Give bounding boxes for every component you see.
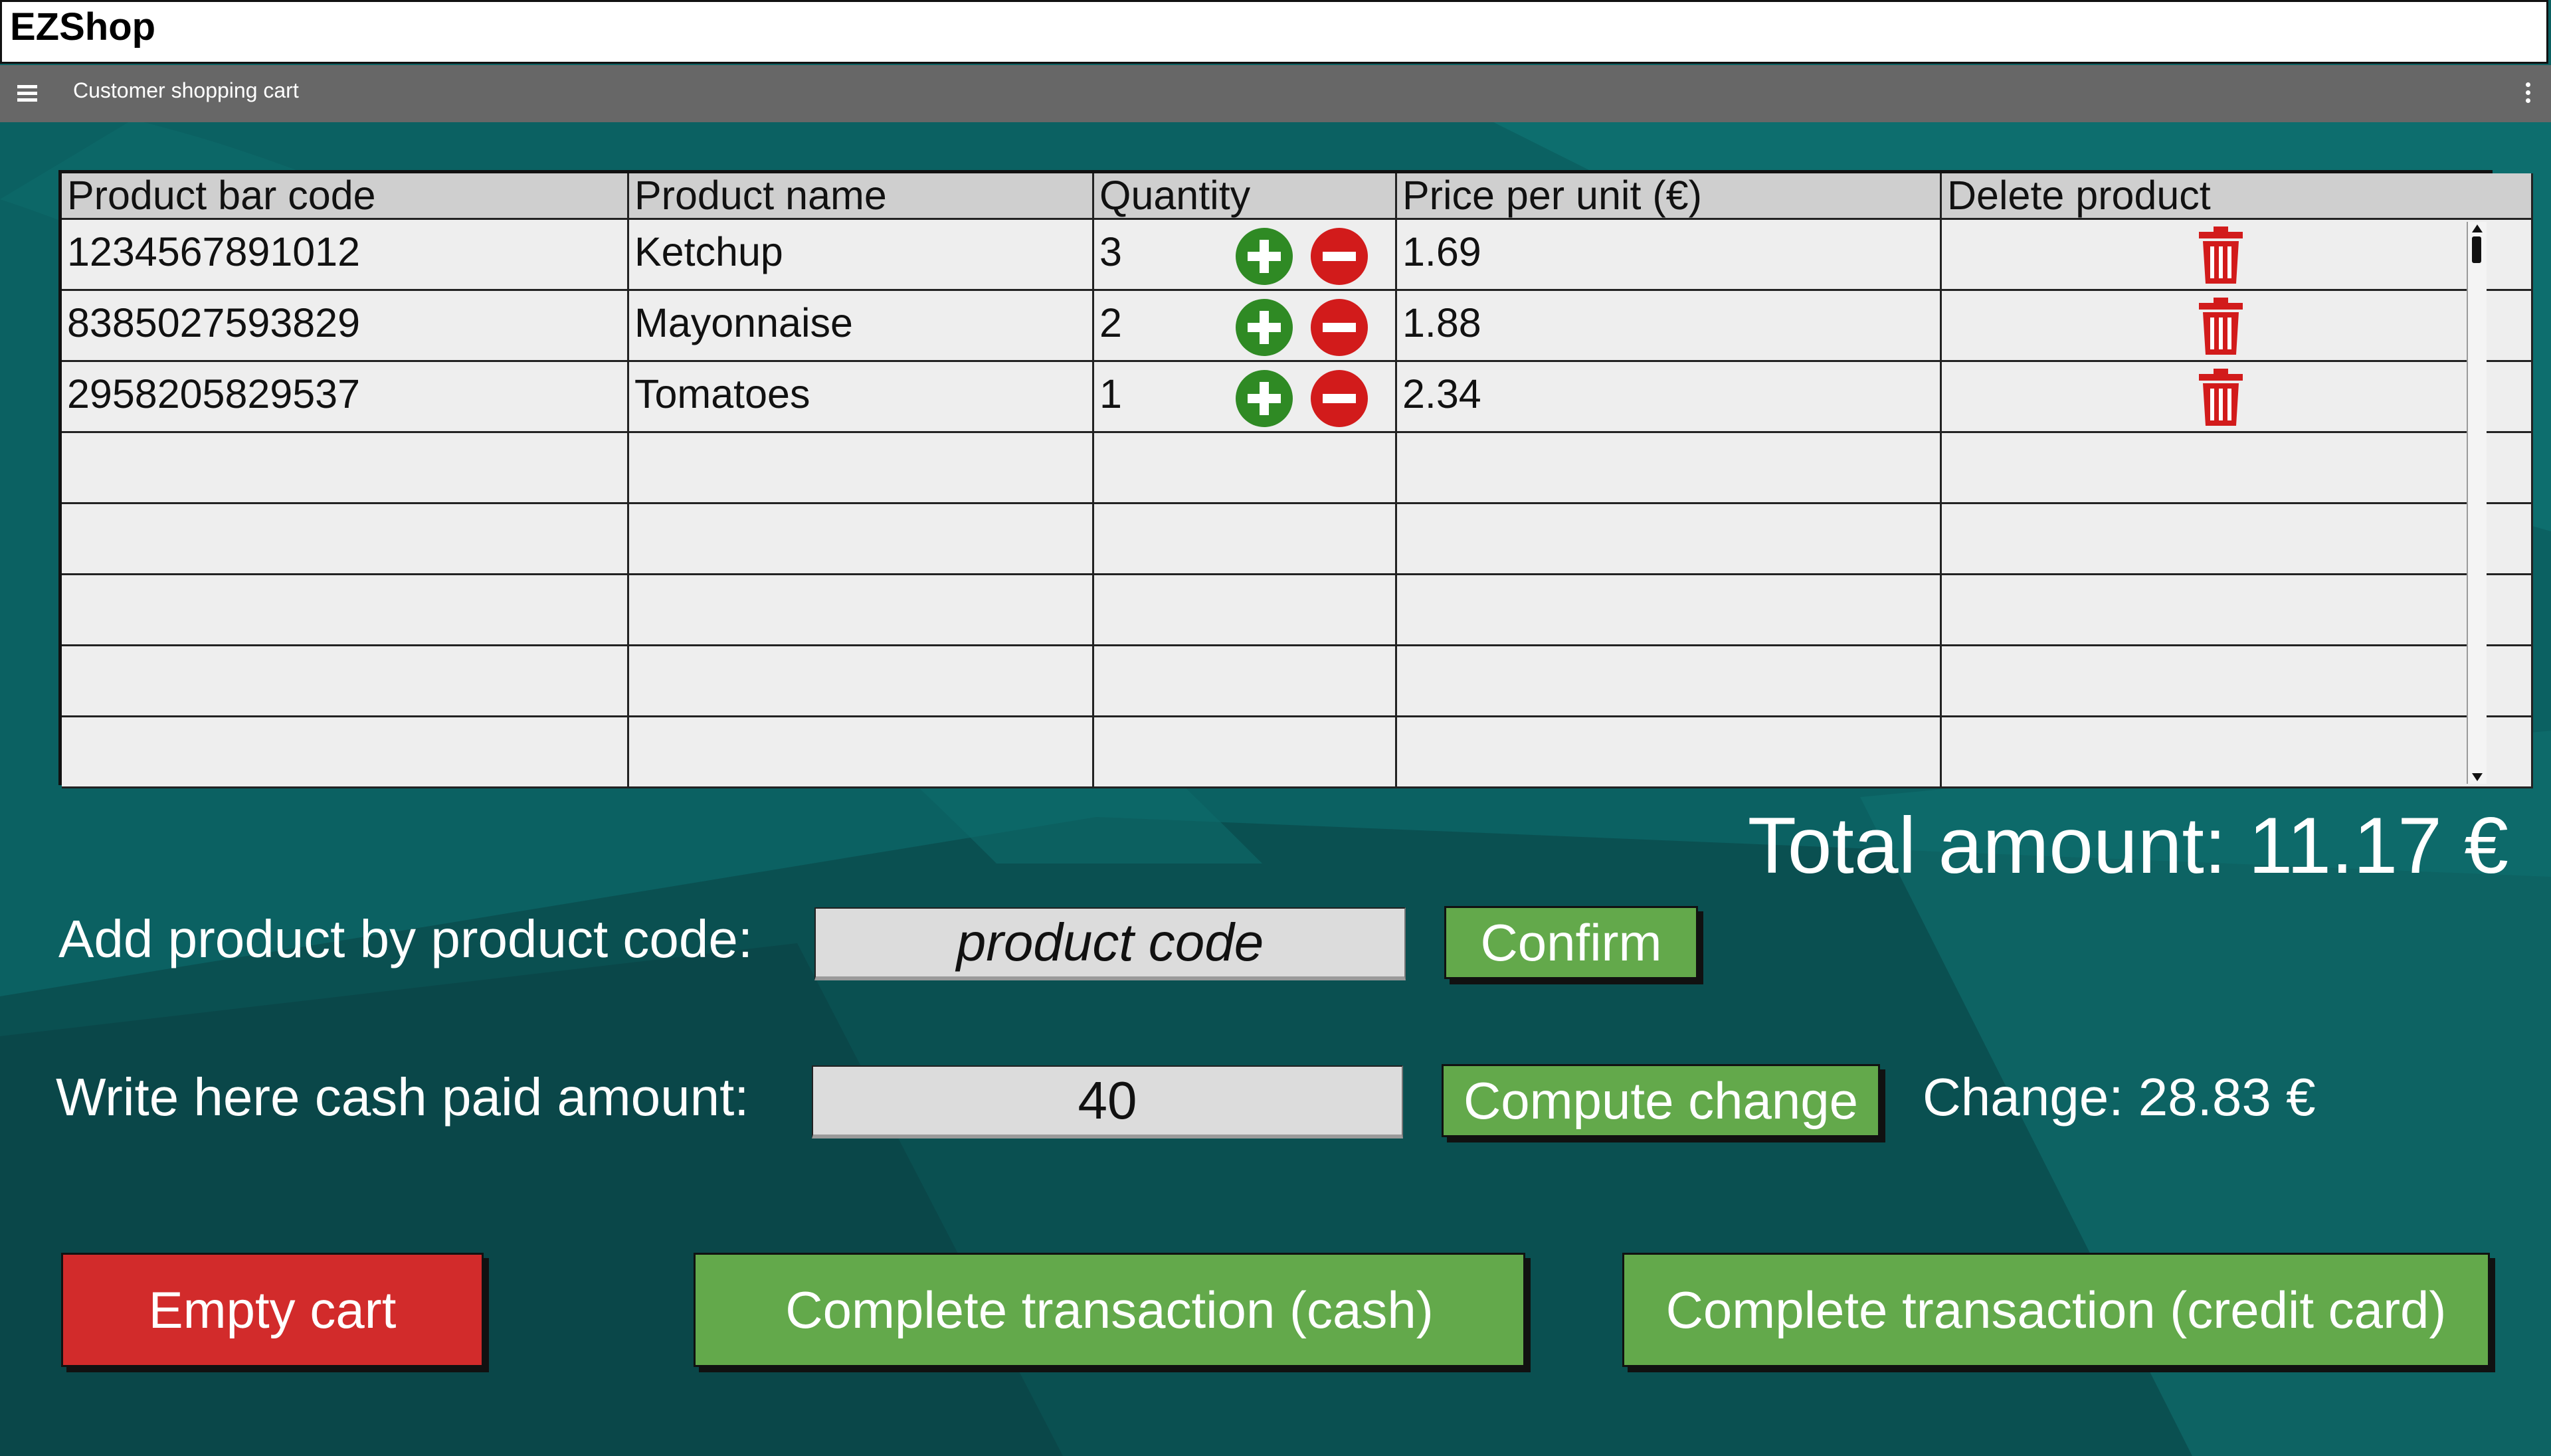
decrease-quantity-icon[interactable] bbox=[1311, 228, 1368, 285]
product-code-input[interactable] bbox=[814, 907, 1406, 980]
window-title: EZShop bbox=[10, 5, 156, 48]
table-cell: 8385027593829 bbox=[62, 291, 629, 362]
cash-paid-label: Write here cash paid amount: bbox=[56, 1067, 749, 1127]
table-cell bbox=[629, 433, 1094, 504]
complete-card-button[interactable]: Complete transaction (credit card) bbox=[1622, 1253, 2490, 1367]
confirm-button[interactable]: Confirm bbox=[1444, 906, 1698, 979]
cell-text: 1.69 bbox=[1402, 229, 1481, 274]
cell-text: 1.88 bbox=[1402, 300, 1481, 345]
change-amount: Change: 28.83 € bbox=[1923, 1067, 2316, 1127]
table-cell bbox=[1942, 504, 2533, 575]
cell-text: 8385027593829 bbox=[67, 300, 361, 345]
table-cell: 2958205829537 bbox=[62, 362, 629, 433]
kebab-icon[interactable] bbox=[2526, 82, 2531, 106]
table-cell bbox=[1397, 575, 1942, 646]
table-cell bbox=[1094, 575, 1397, 646]
table-cell: 1.88 bbox=[1397, 291, 1942, 362]
table-cell bbox=[1397, 504, 1942, 575]
table-cell bbox=[629, 575, 1094, 646]
decrease-quantity-icon[interactable] bbox=[1311, 370, 1368, 427]
compute-change-button[interactable]: Compute change bbox=[1442, 1064, 1880, 1137]
table-cell bbox=[1094, 717, 1397, 788]
table-cell bbox=[62, 504, 629, 575]
cell-text: 2958205829537 bbox=[67, 371, 361, 416]
trash-icon[interactable] bbox=[2198, 369, 2244, 427]
scroll-thumb[interactable] bbox=[2472, 236, 2481, 263]
table-cell bbox=[1094, 504, 1397, 575]
increase-quantity-icon[interactable] bbox=[1236, 228, 1293, 285]
table-cell: 1234567891012 bbox=[62, 220, 629, 291]
table-cell bbox=[1397, 646, 1942, 717]
cell-text: 1 bbox=[1099, 371, 1122, 416]
cart-table: Product bar code Product name Quantity Pric… bbox=[58, 170, 2533, 788]
screen-title: Customer shopping cart bbox=[73, 78, 299, 102]
table-cell bbox=[1942, 646, 2533, 717]
decrease-quantity-icon[interactable] bbox=[1311, 299, 1368, 356]
table-cell bbox=[1942, 717, 2533, 788]
table-cell bbox=[629, 504, 1094, 575]
table-cell bbox=[62, 433, 629, 504]
total-amount: Total amount: 11.17 € bbox=[1747, 801, 2508, 890]
table-cell bbox=[1094, 646, 1397, 717]
table-cell bbox=[62, 646, 629, 717]
scroll-up-arrow-icon[interactable] bbox=[2472, 225, 2483, 232]
cell-text: Mayonnaise bbox=[634, 300, 853, 345]
hamburger-icon[interactable] bbox=[17, 85, 37, 102]
cell-text: 2 bbox=[1099, 300, 1122, 345]
table-cell bbox=[62, 717, 629, 788]
table-cell: Ketchup bbox=[629, 220, 1094, 291]
column-header: Product bar code bbox=[62, 173, 629, 220]
table-cell bbox=[629, 717, 1094, 788]
table-cell bbox=[629, 646, 1094, 717]
table-cell bbox=[62, 575, 629, 646]
increase-quantity-icon[interactable] bbox=[1236, 370, 1293, 427]
add-product-label: Add product by product code: bbox=[58, 909, 753, 968]
complete-cash-button[interactable]: Complete transaction (cash) bbox=[694, 1253, 1525, 1367]
cell-text: 3 bbox=[1099, 229, 1122, 274]
table-cell bbox=[1397, 717, 1942, 788]
cell-text: 1234567891012 bbox=[67, 229, 361, 274]
scroll-down-arrow-icon[interactable] bbox=[2472, 773, 2483, 781]
trash-icon[interactable] bbox=[2198, 298, 2244, 356]
table-cell: 1.69 bbox=[1397, 220, 1942, 291]
app-toolbar: Customer shopping cart bbox=[0, 65, 2551, 122]
table-cell bbox=[1094, 433, 1397, 504]
table-cell: Mayonnaise bbox=[629, 291, 1094, 362]
table-cell bbox=[1942, 575, 2533, 646]
increase-quantity-icon[interactable] bbox=[1236, 299, 1293, 356]
table-cell bbox=[1397, 433, 1942, 504]
table-cell: 2.34 bbox=[1397, 362, 1942, 433]
cell-text: Tomatoes bbox=[634, 371, 810, 416]
cell-text: 2.34 bbox=[1402, 371, 1481, 416]
cell-text: Ketchup bbox=[634, 229, 783, 274]
column-header: Product name bbox=[629, 173, 1094, 220]
column-header: Delete product bbox=[1942, 173, 2533, 220]
column-header: Price per unit (€) bbox=[1397, 173, 1942, 220]
cash-paid-input[interactable] bbox=[812, 1065, 1403, 1138]
empty-cart-button[interactable]: Empty cart bbox=[61, 1253, 484, 1367]
table-scrollbar[interactable] bbox=[2467, 222, 2487, 784]
window-titlebar: EZShop bbox=[0, 0, 2548, 64]
column-header: Quantity bbox=[1094, 173, 1397, 220]
table-cell bbox=[1942, 433, 2533, 504]
table-cell: Tomatoes bbox=[629, 362, 1094, 433]
trash-icon[interactable] bbox=[2198, 227, 2244, 285]
